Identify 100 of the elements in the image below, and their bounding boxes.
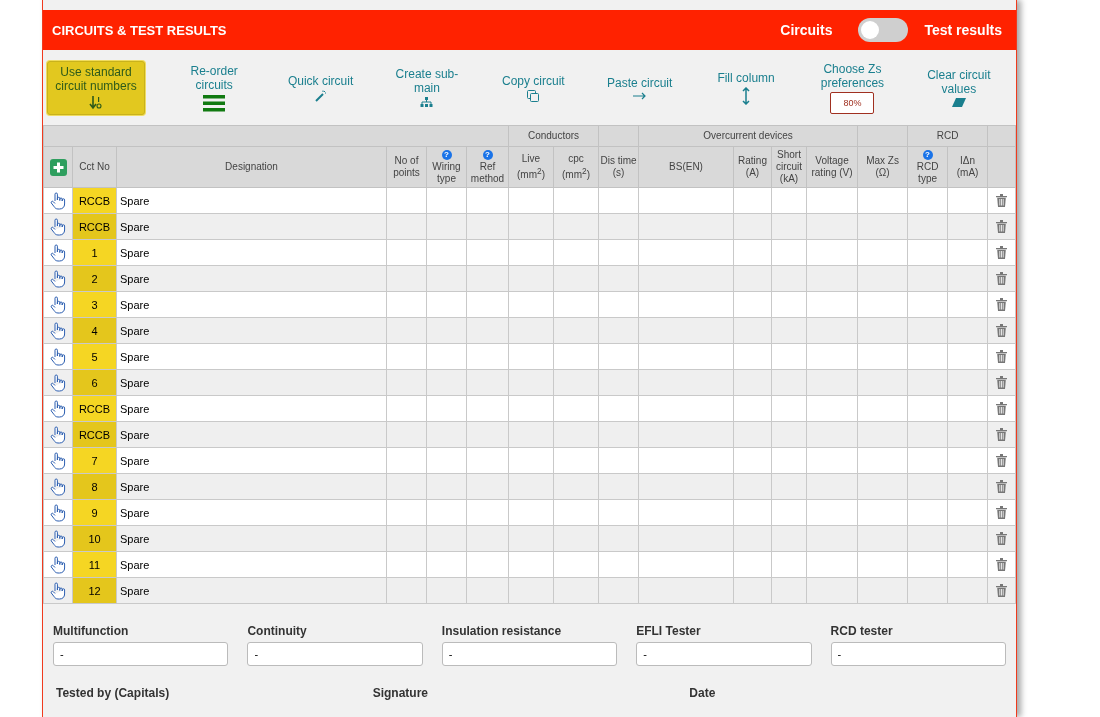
tester-field[interactable]: - [636,642,812,666]
trash-icon[interactable] [996,272,1008,285]
column-header: Max Zs (Ω) [857,146,908,188]
trash-icon[interactable] [996,402,1008,415]
designation-cell[interactable]: Spare [116,395,387,422]
designation-cell[interactable]: Spare [116,239,387,266]
toolbar-button[interactable]: Choose Zs preferences 80% [799,61,906,114]
column-header: Live (mm$^{2}$) [508,146,554,188]
field-label: Multifunction [53,624,130,638]
hand-pointer-icon[interactable] [50,477,66,496]
column-header: IΔn (mA) [947,146,988,188]
view-toggle[interactable] [858,18,909,42]
toolbar-button[interactable]: Clear circuit values [905,68,1012,107]
trash-icon[interactable] [996,376,1008,389]
hand-pointer-icon[interactable] [50,529,66,548]
trash-icon[interactable] [996,532,1008,545]
trash-icon[interactable] [996,324,1008,337]
hand-pointer-icon[interactable] [50,295,66,314]
toolbar-button[interactable]: Paste circuit [586,75,693,100]
toolbar-button[interactable]: Re-order circuits [161,63,268,112]
arrow-right-icon [632,91,647,100]
designation-cell[interactable]: Spare [116,525,387,552]
hand-pointer-icon[interactable] [50,451,66,470]
designation-cell[interactable]: Spare [116,317,387,344]
sitemap-icon [420,97,434,108]
trash-icon[interactable] [996,558,1008,571]
designation-cell[interactable]: Spare [116,343,387,370]
menu-icon [203,93,226,112]
hand-pointer-icon[interactable] [50,399,66,418]
designation-cell[interactable]: Spare [116,291,387,318]
help-icon[interactable]: ? [441,149,452,160]
column-header: Designation [116,146,387,188]
column-header: Wiring type [431,160,462,185]
magic-wand-icon [314,89,327,102]
trash-icon[interactable] [996,428,1008,441]
hand-pointer-icon[interactable] [50,321,66,340]
designation-cell[interactable]: Spare [116,473,387,500]
group-header: Conductors [508,125,599,147]
hand-pointer-icon[interactable] [50,555,66,574]
field-label: Insulation resistance [441,624,563,638]
designation-cell[interactable]: Spare [116,499,387,526]
vertical-arrows-icon [741,86,752,105]
hand-pointer-icon[interactable] [50,269,66,288]
tester-field[interactable]: - [441,642,618,666]
add-row-icon[interactable] [49,158,67,176]
column-header: No of points [386,146,427,188]
toggle-label: Circuits [780,22,833,38]
designation-cell[interactable]: Spare [116,265,387,292]
copy-icon [527,89,540,102]
column-header: RCD type [915,160,940,185]
group-header: Overcurrent devices [638,125,858,147]
trash-icon[interactable] [996,220,1008,233]
hand-pointer-icon[interactable] [50,581,66,600]
designation-cell[interactable]: Spare [116,213,387,240]
hand-pointer-icon[interactable] [50,243,66,262]
field-label: Tested by (Capitals) [56,686,170,700]
group-header: RCD [907,125,988,147]
section-title: CIRCUITS & TEST RESULTS [52,22,228,38]
hand-pointer-icon[interactable] [50,373,66,392]
column-header: Ref method [469,160,506,185]
hand-pointer-icon[interactable] [50,425,66,444]
tester-field[interactable]: - [830,642,1006,666]
eraser-icon [951,98,966,107]
hand-pointer-icon[interactable] [50,191,66,210]
hand-pointer-icon[interactable] [50,503,66,522]
designation-cell[interactable]: Spare [116,551,387,578]
column-header: Cct No [72,146,117,188]
toolbar-button[interactable]: Use standard circuit numbers [47,60,145,115]
help-icon[interactable]: ? [482,149,493,160]
trash-icon[interactable] [996,584,1008,597]
tester-field[interactable]: - [53,642,229,666]
field-label: Continuity [247,624,308,638]
toolbar-button[interactable]: Copy circuit [480,73,587,102]
sort-icon [89,94,103,111]
tester-field[interactable]: - [247,642,423,666]
designation-cell[interactable]: Spare [116,369,387,396]
designation-cell[interactable]: Spare [116,421,387,448]
trash-icon[interactable] [996,350,1008,363]
trash-icon[interactable] [996,298,1008,311]
field-label: RCD tester [830,624,894,638]
designation-cell[interactable]: Spare [116,447,387,474]
field-label: EFLI Tester [636,624,702,638]
designation-cell[interactable]: Spare [116,187,387,214]
trash-icon[interactable] [996,194,1008,207]
toolbar-button[interactable]: Create sub-main [373,67,481,108]
toolbar-button[interactable]: Quick circuit [267,73,374,102]
hand-pointer-icon[interactable] [50,217,66,236]
trash-icon[interactable] [996,454,1008,467]
column-header: cpc (mm$^{2}$) [553,146,599,188]
hand-pointer-icon[interactable] [50,347,66,366]
trash-icon[interactable] [996,480,1008,493]
trash-icon[interactable] [996,246,1008,259]
toolbar-button[interactable]: Fill column [692,70,800,105]
designation-cell[interactable]: Spare [116,577,387,604]
column-header: Rating (A) [733,146,772,188]
column-header: Voltage rating (V) [806,146,858,188]
help-icon[interactable]: ? [922,149,933,160]
field-label: Signature [372,686,428,700]
field-label: Date [689,686,716,700]
trash-icon[interactable] [996,506,1008,519]
